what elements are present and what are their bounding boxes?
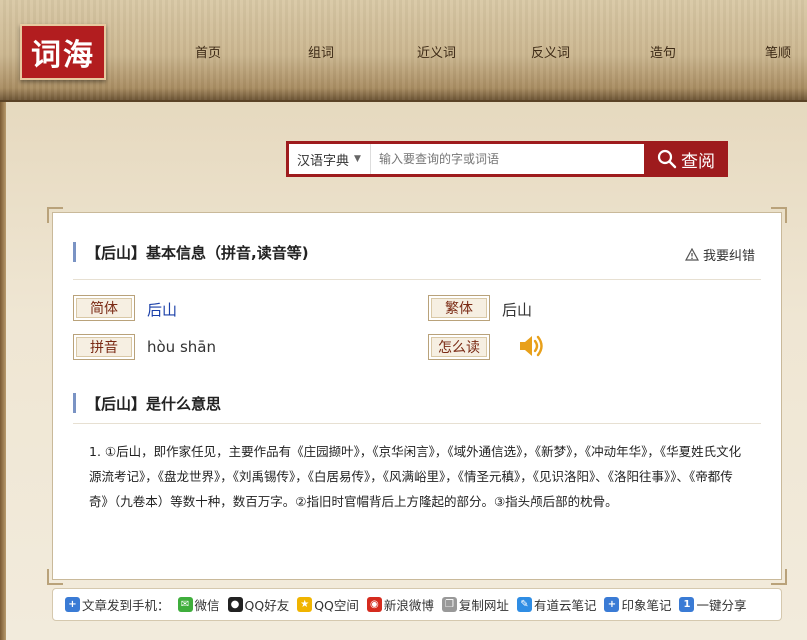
- share-evernote[interactable]: + 印象笔记: [604, 595, 671, 614]
- warning-icon: [684, 248, 699, 261]
- share-copy-url[interactable]: ❐ 复制网址: [441, 595, 509, 614]
- search-bar: 汉语字典 ▼ 查阅: [286, 141, 728, 177]
- weibo-icon: ◉: [366, 597, 382, 612]
- report-error-label: 我要纠错: [702, 249, 755, 264]
- site-header: 词海 首页 组词 近义词 反义词 造句 笔顺: [0, 0, 807, 102]
- share-qq-friend[interactable]: ● QQ好友: [227, 595, 290, 614]
- panel-corner-ornament: [771, 569, 787, 585]
- share-qq-zone-label: QQ空间: [314, 598, 359, 613]
- nav-word-group[interactable]: 组词: [308, 42, 334, 61]
- share-youdao-note-label: 有道云笔记: [533, 598, 597, 613]
- qq-icon: ●: [227, 597, 243, 612]
- share-qq-friend-label: QQ好友: [244, 598, 290, 613]
- simplified-tag: 简体: [73, 295, 135, 321]
- search-icon: [657, 149, 677, 169]
- pronounce-tag: 怎么读: [428, 334, 490, 360]
- nav-synonym[interactable]: 近义词: [417, 42, 456, 61]
- search-input[interactable]: [371, 144, 644, 174]
- search-button-label: 查阅: [681, 151, 715, 172]
- share-evernote-label: 印象笔记: [621, 598, 672, 613]
- nav-home[interactable]: 首页: [195, 42, 221, 61]
- report-error-link[interactable]: 我要纠错: [684, 245, 755, 264]
- share-copy-url-label: 复制网址: [458, 598, 509, 613]
- share-bar: + 文章发到手机： ✉ 微信 ● QQ好友 ★ QQ空间 ◉ 新浪微博 ❐ 复制…: [52, 588, 782, 621]
- speaker-icon[interactable]: [517, 333, 545, 359]
- dictionary-select[interactable]: 汉语字典 ▼: [289, 144, 371, 174]
- traditional-value: 后山: [502, 301, 533, 319]
- dictionary-select-label: 汉语字典: [297, 153, 350, 169]
- search-button[interactable]: 查阅: [644, 141, 728, 177]
- share-label: + 文章发到手机：: [65, 595, 170, 614]
- basic-info-title: 【后山】基本信息（拼音,读音等): [73, 242, 309, 262]
- share-qq-zone[interactable]: ★ QQ空间: [297, 595, 359, 614]
- nav-antonym[interactable]: 反义词: [531, 42, 570, 61]
- pinyin-tag: 拼音: [73, 334, 135, 360]
- copy-icon: ❐: [441, 597, 457, 612]
- wechat-icon: ✉: [177, 597, 193, 612]
- section-divider: [73, 423, 761, 424]
- meaning-title: 【后山】是什么意思: [73, 393, 221, 413]
- panel-corner-ornament: [771, 207, 787, 223]
- word-info-panel: 【后山】基本信息（拼音,读音等) 我要纠错 简体 后山 繁体 后山 拼音 hòu…: [47, 207, 787, 585]
- star-icon: ★: [297, 597, 313, 612]
- left-rail: [0, 102, 6, 640]
- share-wechat-label: 微信: [194, 598, 220, 613]
- panel-corner-ornament: [47, 569, 63, 585]
- meaning-text: 1. ①后山，即作家任见，主要作品有《庄园撷叶》，《京华闲言》，《域外通信选》，…: [89, 444, 742, 509]
- share-wechat[interactable]: ✉ 微信: [177, 595, 220, 614]
- share-weibo[interactable]: ◉ 新浪微博: [366, 595, 434, 614]
- traditional-tag: 繁体: [428, 295, 490, 321]
- share-label-text: 文章发到手机：: [82, 598, 170, 613]
- plus-icon: +: [604, 597, 620, 612]
- share-weibo-label: 新浪微博: [383, 598, 434, 613]
- nav-sentence[interactable]: 造句: [650, 42, 676, 61]
- nav-stroke-order[interactable]: 笔顺: [765, 42, 791, 61]
- share-youdao-note[interactable]: ✎ 有道云笔记: [516, 595, 597, 614]
- one-click-share-icon: 1: [679, 597, 695, 612]
- simplified-value-link[interactable]: 后山: [147, 299, 177, 320]
- plus-icon: +: [65, 597, 80, 612]
- share-one-click[interactable]: 1 一键分享: [679, 595, 746, 614]
- share-one-click-label: 一键分享: [696, 598, 747, 613]
- note-icon: ✎: [516, 597, 532, 612]
- chevron-down-icon: ▼: [354, 154, 361, 164]
- main-nav: 首页 组词 近义词 反义词 造句 笔顺: [0, 42, 807, 62]
- section-divider: [73, 279, 761, 280]
- pinyin-value: hòu shān: [147, 338, 216, 356]
- panel-corner-ornament: [47, 207, 63, 223]
